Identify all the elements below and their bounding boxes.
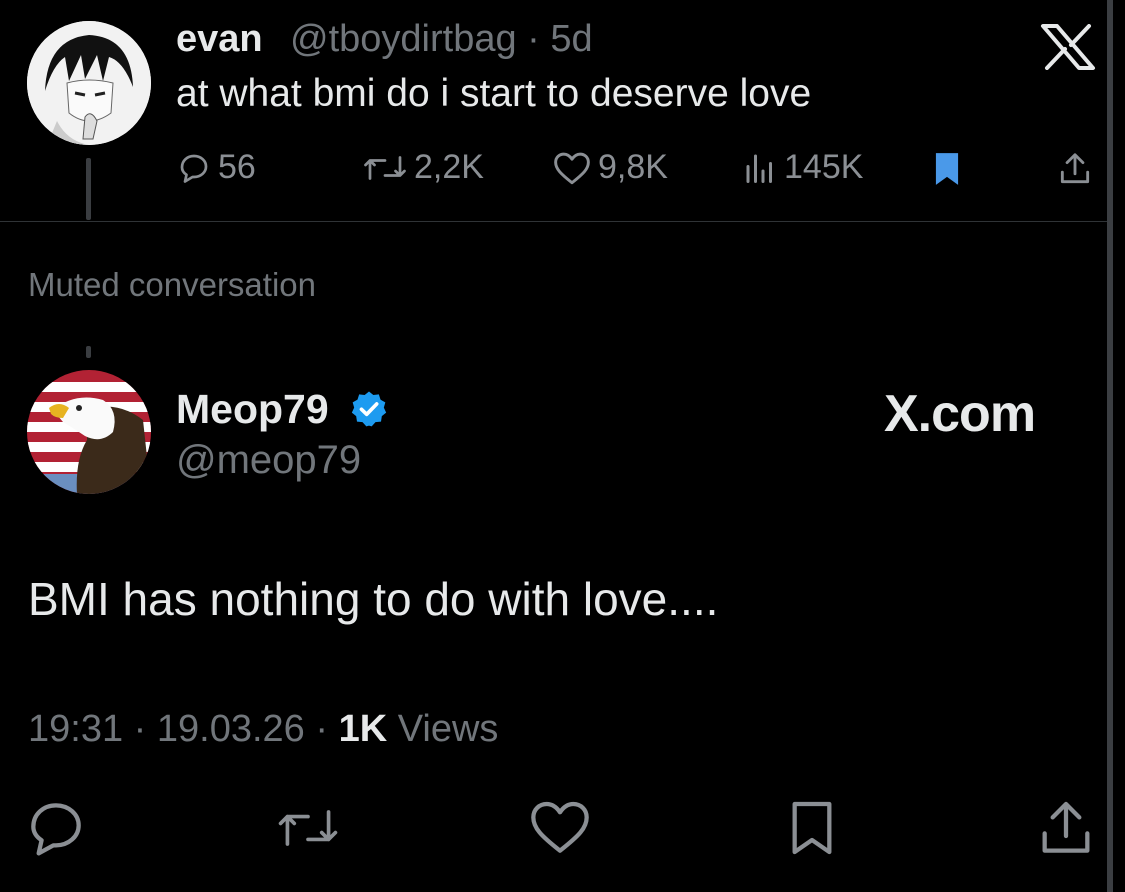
top-reply-metric[interactable]: 56 — [176, 148, 256, 187]
reply-icon — [31, 803, 81, 856]
repost-count: 2,2K — [414, 148, 484, 186]
reply-count: 56 — [218, 148, 256, 186]
tweet-time: 19:31 — [28, 708, 124, 750]
bookmark-icon — [792, 801, 832, 855]
like-count: 9,8K — [598, 148, 668, 186]
meta-separator: · — [133, 708, 157, 750]
top-bookmark-button[interactable] — [928, 150, 966, 188]
share-icon — [1042, 801, 1090, 853]
top-author-name[interactable]: evan — [176, 18, 263, 61]
x-com-brand-text: X.com — [884, 385, 1036, 443]
like-icon — [554, 152, 590, 184]
top-tweet-text: at what bmi do i start to deserve love — [176, 72, 812, 115]
like-button[interactable] — [528, 796, 592, 860]
share-button[interactable] — [1034, 796, 1098, 860]
reply-tweet-text: BMI has nothing to do with love.... — [28, 573, 719, 625]
avatar-meop79[interactable] — [27, 370, 151, 494]
reply-author-name[interactable]: Meop79 — [176, 386, 329, 433]
meta-separator: · — [315, 708, 339, 750]
reply-button[interactable] — [24, 796, 88, 860]
reply-icon — [180, 154, 208, 183]
repost-icon — [364, 155, 406, 180]
divider — [0, 221, 1108, 222]
views-icon — [746, 154, 772, 183]
eagle-flag-avatar — [27, 370, 151, 494]
bookmark-button[interactable] — [780, 796, 844, 860]
share-icon — [1060, 153, 1090, 184]
thread-connector-line — [86, 158, 91, 220]
views-label[interactable]: Views — [398, 708, 499, 750]
muted-conversation-label: Muted conversation — [28, 266, 316, 303]
x-logo — [1040, 24, 1096, 70]
verified-badge-icon — [349, 389, 389, 429]
tweet-date: 19.03.26 — [156, 708, 305, 750]
top-author-handle-time[interactable]: @tboydirtbag · 5d — [290, 18, 593, 61]
repost-button[interactable] — [276, 796, 340, 860]
tweet-meta-line: 19:31 · 19.03.26 · 1K Views — [28, 708, 498, 751]
views-count-bold[interactable]: 1K — [339, 708, 388, 750]
scrollbar[interactable] — [1107, 0, 1113, 892]
top-repost-metric[interactable]: 2,2K — [362, 148, 484, 187]
views-count: 145K — [784, 148, 864, 186]
avatar-evan[interactable] — [27, 21, 151, 145]
repost-icon — [278, 810, 338, 846]
top-views-metric[interactable]: 145K — [742, 148, 863, 187]
thread-connector-stub — [86, 346, 91, 358]
top-like-metric[interactable]: 9,8K — [552, 148, 668, 187]
reply-author-handle[interactable]: @meop79 — [176, 438, 361, 483]
bookmark-icon — [935, 153, 959, 185]
like-icon — [531, 801, 589, 853]
avatar-drawing — [27, 21, 151, 145]
top-share-button[interactable] — [1056, 150, 1094, 188]
